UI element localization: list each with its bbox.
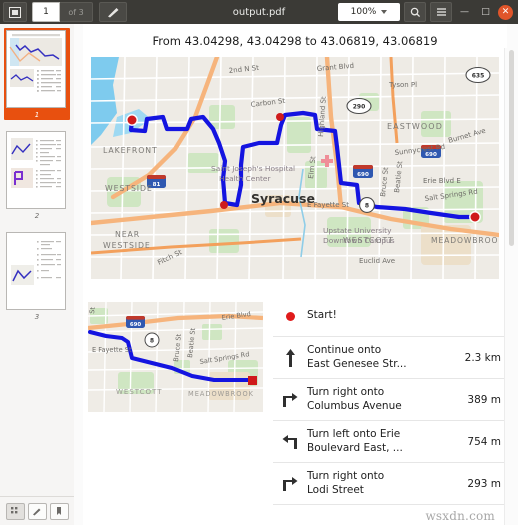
page-number-value: 1 bbox=[43, 7, 49, 17]
svg-text:WESTCOTT: WESTCOTT bbox=[116, 388, 162, 396]
svg-text:635: 635 bbox=[472, 73, 485, 80]
hamburger-menu-icon[interactable] bbox=[430, 2, 452, 22]
thumbnail-number: 3 bbox=[34, 313, 40, 321]
thumbnail-page-1[interactable]: 1 bbox=[4, 28, 70, 120]
svg-text:Syracuse: Syracuse bbox=[251, 191, 315, 206]
watermark: wsxdn.com bbox=[425, 509, 495, 523]
svg-text:690: 690 bbox=[130, 322, 142, 328]
search-icon[interactable] bbox=[404, 2, 426, 22]
arrow-straight-icon bbox=[273, 348, 307, 367]
svg-text:E Fayette St: E Fayette St bbox=[92, 346, 132, 354]
direction-row[interactable]: Turn left onto Erie Boulevard East, ... 7… bbox=[273, 421, 505, 463]
zoom-value: 100% bbox=[350, 7, 377, 17]
direction-distance: 754 m bbox=[467, 435, 501, 448]
thumbnail-page-2[interactable]: 2 bbox=[4, 129, 70, 221]
close-button[interactable]: ✕ bbox=[498, 4, 513, 20]
svg-text:WESTSIDE: WESTSIDE bbox=[105, 184, 153, 193]
svg-text:Health Center: Health Center bbox=[219, 174, 271, 183]
pdf-page-1: From 43.04298, 43.04298 to 43.06819, 43.… bbox=[83, 24, 507, 525]
direction-distance: 293 m bbox=[467, 477, 501, 490]
minimize-button[interactable]: — bbox=[456, 4, 473, 21]
direction-row[interactable]: Turn right onto Lodi Street 293 m bbox=[273, 463, 505, 505]
svg-text:Tyson Pl: Tyson Pl bbox=[388, 81, 417, 89]
document-view[interactable]: From 43.04298, 43.04298 to 43.06819, 43.… bbox=[74, 24, 518, 525]
arrow-turn-left-icon bbox=[273, 434, 307, 450]
svg-text:81: 81 bbox=[153, 182, 161, 188]
svg-text:8: 8 bbox=[150, 339, 154, 345]
direction-text: Continue onto East Genesee Str... bbox=[307, 344, 407, 370]
svg-text:Upstate University: Upstate University bbox=[323, 226, 392, 235]
direction-text: Start! bbox=[307, 309, 337, 322]
svg-text:Saint Joseph's Hospital: Saint Joseph's Hospital bbox=[211, 164, 295, 173]
thumbnail-preview bbox=[6, 232, 66, 310]
svg-text:Euclid Ave: Euclid Ave bbox=[359, 257, 395, 265]
arrow-turn-right-icon bbox=[273, 392, 307, 408]
direction-row[interactable]: Start! bbox=[273, 296, 505, 337]
svg-text:WESTSIDE: WESTSIDE bbox=[103, 241, 151, 250]
svg-text:EASTWOOD: EASTWOOD bbox=[387, 122, 443, 131]
svg-text:MEADOWBROOK: MEADOWBROOK bbox=[188, 390, 254, 398]
page-count-label: of 3 bbox=[60, 2, 93, 22]
pen-icon[interactable] bbox=[27, 502, 47, 520]
direction-distance: 2.3 km bbox=[464, 351, 501, 364]
zoom-selector[interactable]: 100% bbox=[338, 3, 400, 21]
page-title: From 43.04298, 43.04298 to 43.06819, 43.… bbox=[152, 34, 438, 48]
svg-text:8: 8 bbox=[365, 203, 369, 210]
svg-text:690: 690 bbox=[357, 172, 369, 178]
svg-text:Downtown Campus: Downtown Campus bbox=[323, 236, 395, 245]
direction-row[interactable]: Continue onto East Genesee Str... 2.3 km bbox=[273, 337, 505, 379]
thumbnail-preview bbox=[6, 30, 66, 108]
direction-text: Turn right onto Lodi Street bbox=[307, 470, 385, 496]
sidebar-toggle-icon[interactable] bbox=[3, 2, 27, 22]
direction-text: Turn left onto Erie Boulevard East, ... bbox=[307, 428, 403, 454]
svg-text:Erie Blvd E: Erie Blvd E bbox=[423, 177, 461, 185]
svg-text:MEADOWBROOK: MEADOWBROOK bbox=[431, 236, 499, 245]
titlebar: 1 of 3 output.pdf 100% — □ ✕ bbox=[0, 0, 518, 25]
bookmark-icon[interactable] bbox=[49, 502, 69, 520]
maximize-button[interactable]: □ bbox=[477, 4, 494, 21]
pdf-viewer-window: 1 of 3 output.pdf 100% — □ ✕ 1 2 3 From … bbox=[0, 0, 518, 525]
direction-distance: 389 m bbox=[467, 393, 501, 406]
chevron-down-icon bbox=[381, 10, 388, 14]
directions-list: Start! Continue onto East Genesee Str... … bbox=[273, 296, 505, 505]
page-number-input[interactable]: 1 bbox=[32, 2, 60, 22]
route-overview-map[interactable]: 635 290 690 690 81 8 LAKEFRONT WESTSIDE … bbox=[91, 57, 499, 279]
direction-row[interactable]: Turn right onto Columbus Avenue 389 m bbox=[273, 379, 505, 421]
start-dot-icon bbox=[273, 311, 307, 321]
direction-text: Turn right onto Columbus Avenue bbox=[307, 386, 402, 412]
svg-text:St: St bbox=[88, 306, 97, 314]
thumbnail-preview bbox=[6, 131, 66, 209]
titlebar-left-controls: 1 of 3 bbox=[0, 2, 127, 22]
svg-text:LAKEFRONT: LAKEFRONT bbox=[103, 146, 158, 155]
sidebar-view-switcher bbox=[0, 496, 74, 525]
route-detail-map[interactable]: 690 8 E Fayette St Erie Blvd Bruce St Be… bbox=[88, 302, 263, 412]
svg-text:NEAR: NEAR bbox=[115, 230, 140, 239]
sidebar: 1 2 3 bbox=[0, 24, 75, 525]
thumbnail-list[interactable]: 1 2 3 bbox=[0, 24, 74, 497]
thumbnail-number: 2 bbox=[34, 212, 40, 220]
arrow-turn-right-icon bbox=[273, 476, 307, 492]
vertical-scrollbar[interactable] bbox=[504, 48, 518, 525]
thumbnail-number: 1 bbox=[34, 111, 40, 119]
annotate-tool-button[interactable] bbox=[99, 2, 127, 22]
thumbnail-page-3[interactable]: 3 bbox=[4, 230, 70, 322]
scrollbar-thumb[interactable] bbox=[509, 50, 514, 246]
titlebar-right-controls: 100% — □ ✕ bbox=[338, 2, 518, 22]
grid-icon[interactable] bbox=[5, 502, 25, 520]
svg-text:290: 290 bbox=[353, 104, 366, 111]
